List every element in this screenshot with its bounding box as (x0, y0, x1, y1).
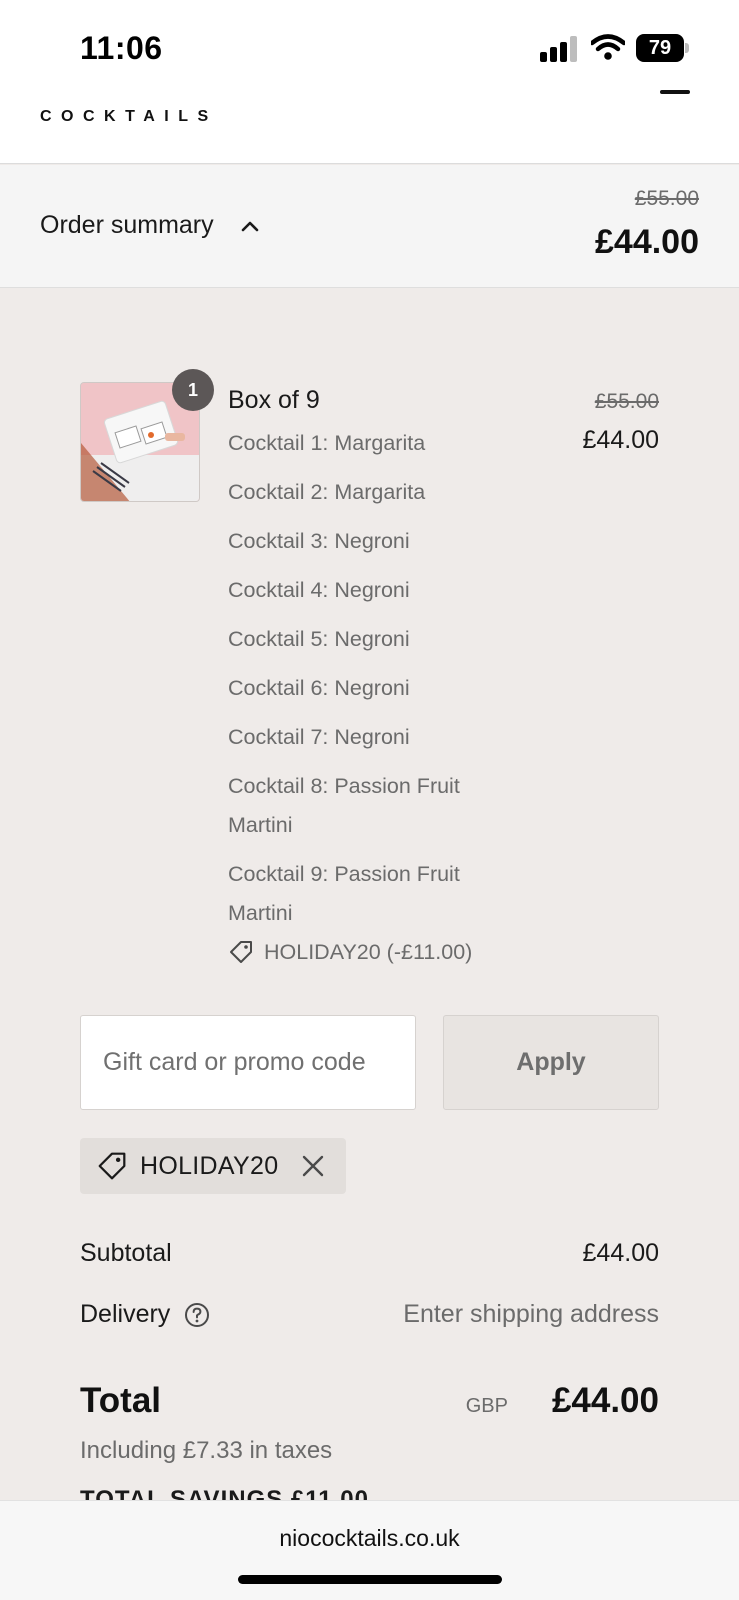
status-bar: 11:06 79 (0, 0, 739, 92)
delivery-label: Delivery (80, 1300, 171, 1328)
remove-discount-icon[interactable] (300, 1153, 326, 1179)
subtotal-value: £44.00 (582, 1239, 659, 1267)
cart-icon[interactable] (660, 90, 690, 94)
tag-icon (230, 941, 252, 963)
url-text[interactable]: niococktails.co.uk (0, 1525, 739, 1552)
wifi-icon (591, 34, 625, 60)
home-indicator[interactable] (238, 1575, 502, 1584)
variant-item: Cocktail 6: Negroni (228, 676, 410, 700)
help-icon[interactable] (184, 1302, 210, 1328)
item-discount: HOLIDAY20 (-£11.00) (228, 937, 472, 967)
brand-header: COCKTAILS (0, 90, 739, 164)
variant-item: Cocktail 9: Passion Fruit Martini (228, 862, 460, 925)
quantity-badge: 1 (172, 369, 214, 411)
variant-item: Cocktail 1: Margarita (228, 431, 426, 455)
summary-price: £44.00 (595, 223, 699, 261)
order-summary-label: Order summary (40, 211, 214, 239)
chevron-up-icon (241, 221, 259, 232)
variant-item: Cocktail 7: Negroni (228, 725, 410, 749)
browser-address-bar: niococktails.co.uk (0, 1500, 739, 1600)
delivery-value: Enter shipping address (403, 1300, 659, 1328)
variant-item: Cocktail 2: Margarita (228, 480, 426, 504)
subtotal-label: Subtotal (80, 1239, 172, 1267)
item-discount-label: HOLIDAY20 (-£11.00) (264, 939, 473, 964)
brand-logo[interactable]: COCKTAILS (40, 108, 218, 126)
cellular-signal-icon (540, 36, 577, 62)
variant-item: Cocktail 8: Passion Fruit Martini (228, 774, 460, 837)
applied-discount-code: HOLIDAY20 (140, 1151, 279, 1180)
battery-level: 79 (636, 34, 684, 62)
tag-icon (98, 1152, 126, 1180)
total-label: Total (80, 1381, 162, 1420)
apply-button[interactable]: Apply (443, 1015, 659, 1110)
total-currency: GBP (465, 1395, 508, 1417)
item-price: £44.00 (582, 426, 659, 454)
total-savings: TOTAL SAVINGS £11.00 (80, 1486, 369, 1500)
order-summary-toggle[interactable]: Order summary £55.00 £44.00 (0, 165, 739, 288)
status-time: 11:06 (80, 30, 163, 66)
promo-code-input[interactable] (80, 1015, 416, 1110)
item-title: Box of 9 (228, 386, 320, 414)
summary-original-price: £55.00 (634, 187, 699, 210)
battery-icon: 79 (636, 34, 690, 62)
variant-item: Cocktail 3: Negroni (228, 529, 410, 553)
variant-item: Cocktail 4: Negroni (228, 578, 410, 602)
variant-item: Cocktail 5: Negroni (228, 627, 410, 651)
taxes-note: Including £7.33 in taxes (80, 1437, 333, 1464)
item-original-price: £55.00 (594, 390, 659, 413)
applied-discount-chip: HOLIDAY20 (80, 1138, 346, 1194)
variant-list: Cocktail 1: Margarita Cocktail 2: Margar… (228, 424, 498, 943)
total-value: £44.00 (551, 1381, 659, 1420)
